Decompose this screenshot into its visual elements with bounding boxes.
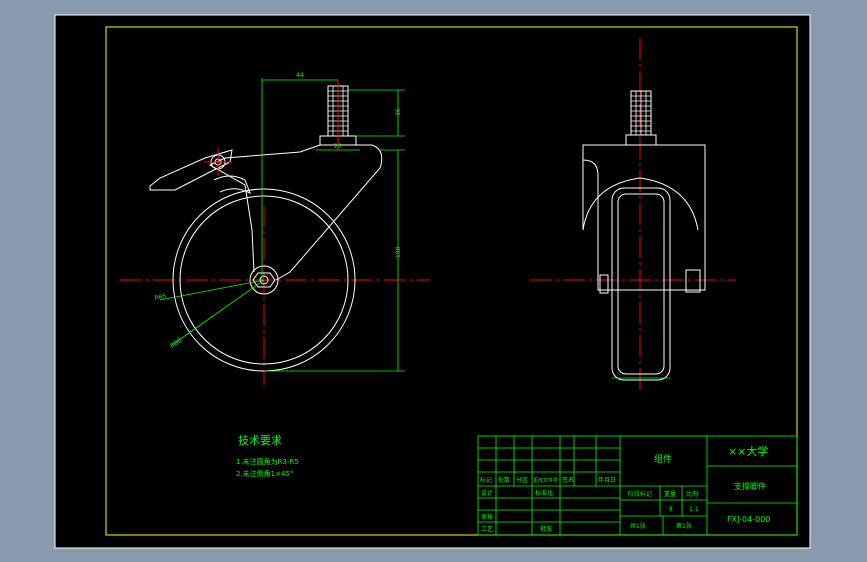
dim-top-width-text: 44: [296, 72, 304, 79]
tb-row-process: 工艺: [481, 525, 493, 533]
tb-row-check: 审核: [481, 513, 493, 521]
dim-nut-width-text: 20: [334, 143, 342, 150]
tech-line-1: 1.未注圆角为R3-R5: [236, 457, 299, 466]
tb-scale: 比例: [686, 490, 698, 498]
tb-drawing-no: FXJ-04-000: [727, 515, 770, 524]
tb-hdr-mark: 标记: [480, 476, 492, 484]
tb-row-design: 设计: [481, 489, 493, 497]
tb-sheet-no: 第1张: [676, 522, 692, 530]
tb-sheets-total: 共1张: [630, 522, 646, 530]
tb-hdr-docno: 更改文件号: [533, 477, 558, 484]
dim-total-height-text: 198: [395, 246, 402, 258]
tb-hdr-zone: 分区: [516, 476, 528, 484]
tb-scale-value: 1:1: [689, 506, 699, 513]
tb-part-name: 支撑脚件: [734, 481, 766, 491]
tb-weight-value: 8: [669, 506, 673, 513]
tb-school: ××大学: [728, 444, 768, 458]
tb-row-approve: 批准: [540, 525, 552, 533]
tech-title: 技术要求: [238, 434, 282, 447]
tech-line-2: 2.未注倒角1×45°: [236, 469, 293, 478]
cad-drawing-canvas: 44 36 20 198 R65 R80 技术要求 1.未注圆角为R3-R5 2…: [0, 0, 867, 562]
dim-stem-height-text: 36: [395, 108, 402, 116]
tb-row-std: 标准化: [535, 489, 553, 497]
tb-hdr-date: 年月日: [598, 476, 616, 484]
drawing-sheet: [54, 14, 811, 549]
tb-hdr-count: 处数: [498, 476, 510, 484]
tb-part-label: 组件: [654, 453, 672, 465]
tb-weight: 重量: [664, 490, 676, 498]
tb-stage-mark: 阶段标记: [628, 490, 652, 498]
tb-hdr-sign: 签名: [562, 476, 574, 484]
